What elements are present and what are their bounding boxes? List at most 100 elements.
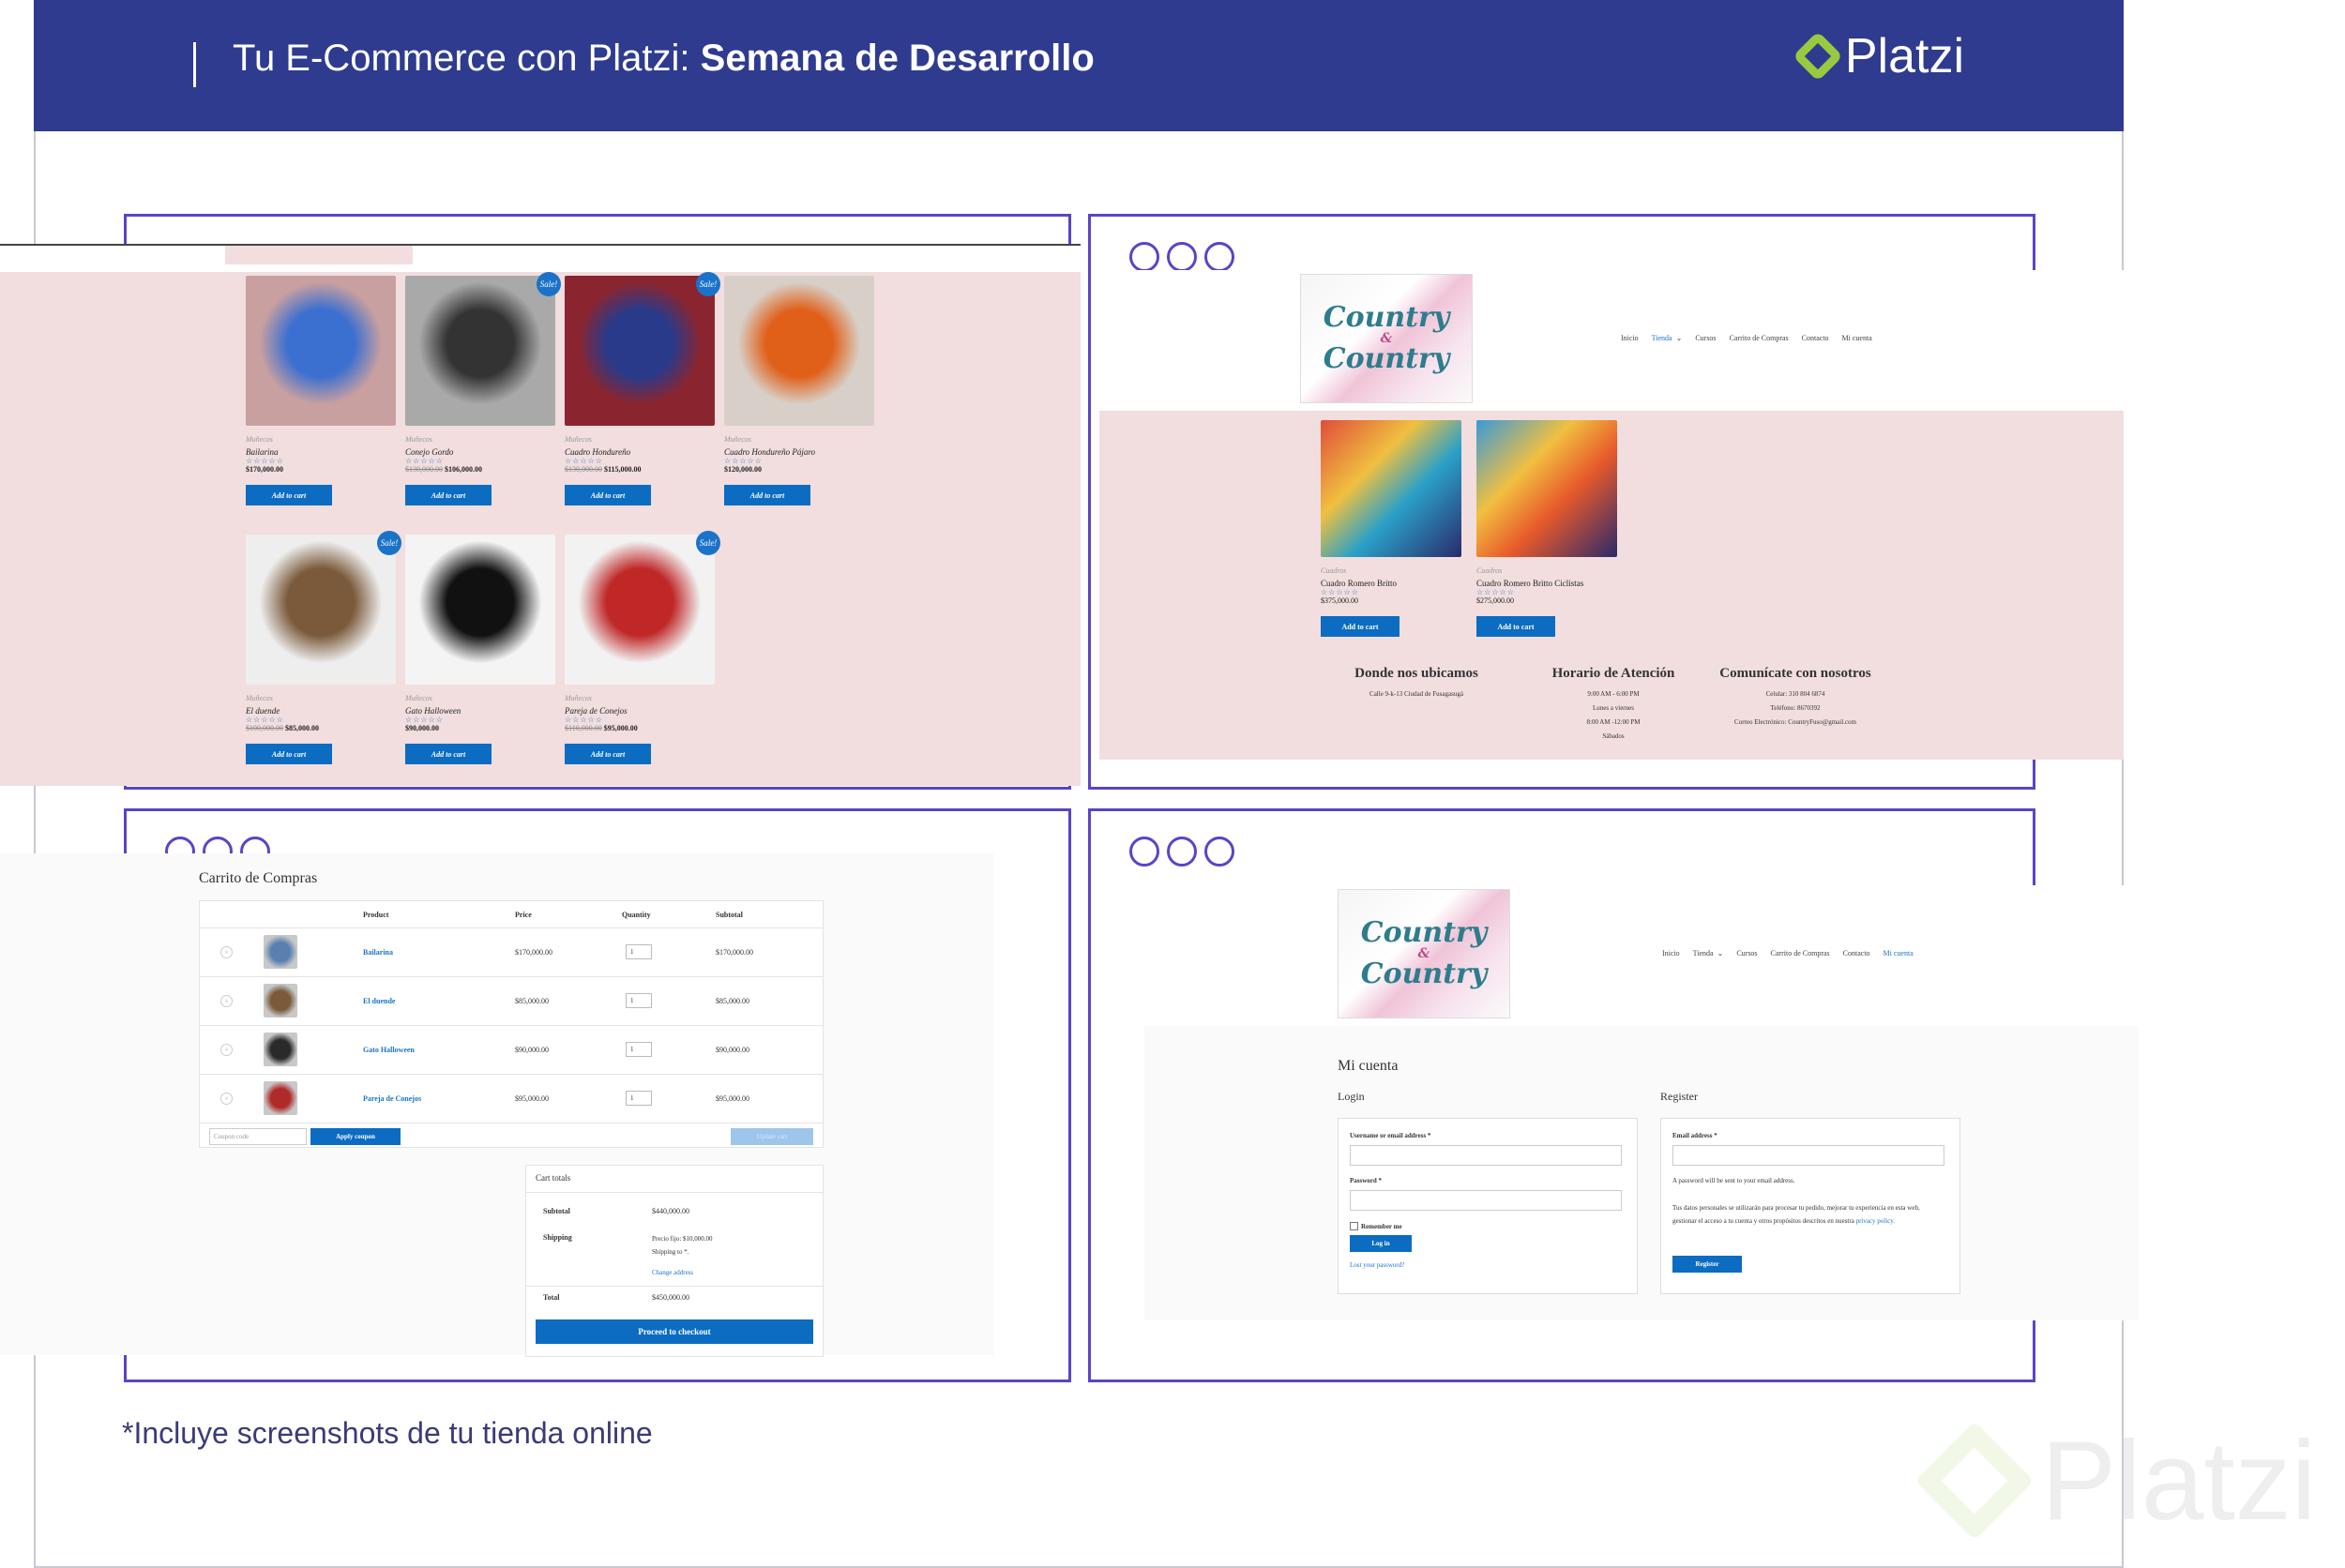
email-input[interactable] xyxy=(1672,1145,1944,1166)
update-cart-button[interactable]: Update cart xyxy=(731,1128,813,1145)
product-name[interactable]: Bailarina xyxy=(246,447,396,457)
nav-item-tienda[interactable]: Tienda xyxy=(1693,949,1714,957)
add-to-cart-button[interactable]: Add to cart xyxy=(1321,616,1399,637)
product-image[interactable] xyxy=(1321,420,1461,557)
proceed-to-checkout-button[interactable]: Proceed to checkout xyxy=(536,1319,813,1344)
cart-item-name[interactable]: Pareja de Conejos xyxy=(363,1094,421,1103)
table-row-divider xyxy=(200,1074,823,1075)
cart-item-subtotal: $85,000.00 xyxy=(716,997,749,1005)
add-to-cart-button[interactable]: Add to cart xyxy=(246,485,332,505)
product-image[interactable] xyxy=(1476,420,1617,557)
product-card[interactable]: Sale! Muñecos Cuadro Hondureño ☆☆☆☆☆ $130,00… xyxy=(565,272,720,505)
quantity-input[interactable]: 1 xyxy=(626,1042,652,1057)
remove-item-icon[interactable]: × xyxy=(220,1093,233,1105)
add-to-cart-button[interactable]: Add to cart xyxy=(565,744,651,764)
login-button[interactable]: Log in xyxy=(1350,1235,1412,1252)
nav-item-inicio[interactable]: Inicio xyxy=(1621,334,1639,342)
logo-line2: Country xyxy=(1360,957,1488,990)
privacy-policy-link[interactable]: privacy policy. xyxy=(1856,1217,1896,1225)
product-name[interactable]: Cuadro Romero Britto Ciclistas xyxy=(1476,579,1617,588)
product-card[interactable]: Sale! Muñecos Conejo Gordo ☆☆☆☆☆ $130,000.00… xyxy=(405,272,561,505)
cart-item-thumbnail[interactable] xyxy=(264,935,297,969)
product-category: Cuadros xyxy=(1321,566,1347,575)
nav-item-inicio[interactable]: Inicio xyxy=(1662,949,1680,957)
nav-item-cursos[interactable]: Cursos xyxy=(1695,334,1716,342)
product-image[interactable] xyxy=(405,535,555,685)
cart-item-thumbnail[interactable] xyxy=(264,1081,297,1115)
remember-checkbox[interactable] xyxy=(1350,1222,1358,1230)
remove-item-icon[interactable]: × xyxy=(220,995,233,1007)
quantity-input[interactable]: 1 xyxy=(626,944,652,959)
apply-coupon-button[interactable]: Apply coupon xyxy=(310,1128,401,1145)
add-to-cart-button[interactable]: Add to cart xyxy=(724,485,810,505)
product-card[interactable]: Sale! Muñecos Pareja de Conejos ☆☆☆☆☆ $110,0… xyxy=(565,531,720,764)
product-image[interactable]: Sale! xyxy=(246,531,401,685)
product-price: $170,000.00 xyxy=(246,465,396,474)
nav-item-contacto[interactable]: Contacto xyxy=(1802,334,1829,342)
nav-item-carrito-de-compras[interactable]: Carrito de Compras xyxy=(1771,949,1830,957)
current-price: $170,000.00 xyxy=(246,465,283,474)
product-card[interactable]: Muñecos Gato Halloween ☆☆☆☆☆ $90,000.00 Add … xyxy=(405,535,555,764)
add-to-cart-button[interactable]: Add to cart xyxy=(565,485,651,505)
register-button[interactable]: Register xyxy=(1672,1256,1742,1273)
add-to-cart-button[interactable]: Add to cart xyxy=(405,485,492,505)
product-name[interactable]: Cuadro Hondureño xyxy=(565,447,715,457)
add-to-cart-button[interactable]: Add to cart xyxy=(1476,616,1555,637)
rating-stars-icon: ☆☆☆☆☆ xyxy=(246,457,284,465)
cart-item-name[interactable]: Gato Halloween xyxy=(363,1046,415,1054)
product-image[interactable] xyxy=(724,276,874,426)
product-category: Muñecos xyxy=(405,435,432,444)
product-card[interactable]: Muñecos Cuadro Hondureño Pájaro ☆☆☆☆☆ $120,… xyxy=(724,276,874,505)
cart-screenshot: Carrito de Compras Product Price Quantity S… xyxy=(0,853,994,1357)
table-row-divider xyxy=(200,976,823,977)
change-address-link[interactable]: Change address xyxy=(652,1269,693,1276)
footer-lines: Celular: 310 804 6874 Teléfono: 8670392 Co… xyxy=(1702,687,1889,730)
original-price: $110,000.00 xyxy=(565,724,602,732)
remove-item-icon[interactable]: × xyxy=(220,946,233,958)
remove-item-icon[interactable]: × xyxy=(220,1044,233,1056)
product-image[interactable]: Sale! xyxy=(565,531,720,685)
product-image[interactable]: Sale! xyxy=(405,272,561,426)
rating-stars-icon: ☆☆☆☆☆ xyxy=(1476,588,1515,596)
cart-item-name[interactable]: Bailarina xyxy=(363,948,393,957)
remember-me[interactable]: Remember me xyxy=(1350,1222,1402,1230)
product-card[interactable]: Cuadros Cuadro Romero Britto Ciclistas ☆☆☆… xyxy=(1476,420,1617,637)
sale-badge: Sale! xyxy=(696,272,720,296)
lost-password-link[interactable]: Lost your password? xyxy=(1350,1261,1404,1269)
quantity-input[interactable]: 1 xyxy=(626,993,652,1008)
add-to-cart-button[interactable]: Add to cart xyxy=(405,744,492,764)
product-card[interactable]: Cuadros Cuadro Romero Britto ☆☆☆☆☆ $375,000… xyxy=(1321,420,1461,637)
product-card[interactable]: Sale! Muñecos El duende ☆☆☆☆☆ $100,000.00 $8… xyxy=(246,531,401,764)
cart-item-name[interactable]: El duende xyxy=(363,997,395,1005)
product-name[interactable]: Pareja de Conejos xyxy=(565,706,715,716)
table-header: Price xyxy=(515,911,532,919)
cart-item-thumbnail[interactable] xyxy=(264,984,297,1018)
product-price: $275,000.00 xyxy=(1476,596,1514,605)
product-name[interactable]: El duende xyxy=(246,706,396,716)
product-name[interactable]: Conejo Gordo xyxy=(405,447,555,457)
original-price: $130,000.00 xyxy=(565,465,602,474)
nav-item-cursos[interactable]: Cursos xyxy=(1736,949,1757,957)
password-input[interactable] xyxy=(1350,1190,1622,1211)
coupon-code-input[interactable]: Coupon code xyxy=(209,1128,307,1145)
quantity-input[interactable]: 1 xyxy=(626,1091,652,1106)
nav-item-carrito-de-compras[interactable]: Carrito de Compras xyxy=(1730,334,1789,342)
add-to-cart-button[interactable]: Add to cart xyxy=(246,744,332,764)
product-name[interactable]: Cuadro Hondureño Pájaro xyxy=(724,447,874,457)
nav-item-mi-cuenta[interactable]: Mi cuenta xyxy=(1884,949,1914,957)
nav-item-contacto[interactable]: Contacto xyxy=(1843,949,1870,957)
logo-line1: Country xyxy=(1323,301,1450,334)
cart-item-thumbnail[interactable] xyxy=(264,1033,297,1066)
country-country-logo[interactable]: Country & Country xyxy=(1338,889,1510,1018)
nav-item-tienda[interactable]: Tienda xyxy=(1652,334,1672,342)
product-name[interactable]: Cuadro Romero Britto xyxy=(1321,579,1461,588)
nav-item-mi-cuenta[interactable]: Mi cuenta xyxy=(1842,334,1872,342)
username-input[interactable] xyxy=(1350,1145,1622,1166)
country-country-logo[interactable]: Country & Country xyxy=(1300,274,1473,403)
product-card[interactable]: Muñecos Bailarina ☆☆☆☆☆ $170,000.00 Add to c… xyxy=(246,276,396,505)
footer-lines: Calle 9-k-13 Ciudad de Fusagasugá xyxy=(1323,687,1510,701)
product-image[interactable]: Sale! xyxy=(565,272,720,426)
product-image[interactable] xyxy=(246,276,396,426)
shipping-rate: Precio fijo: $10,000.00 xyxy=(652,1235,713,1243)
product-name[interactable]: Gato Halloween xyxy=(405,706,555,716)
